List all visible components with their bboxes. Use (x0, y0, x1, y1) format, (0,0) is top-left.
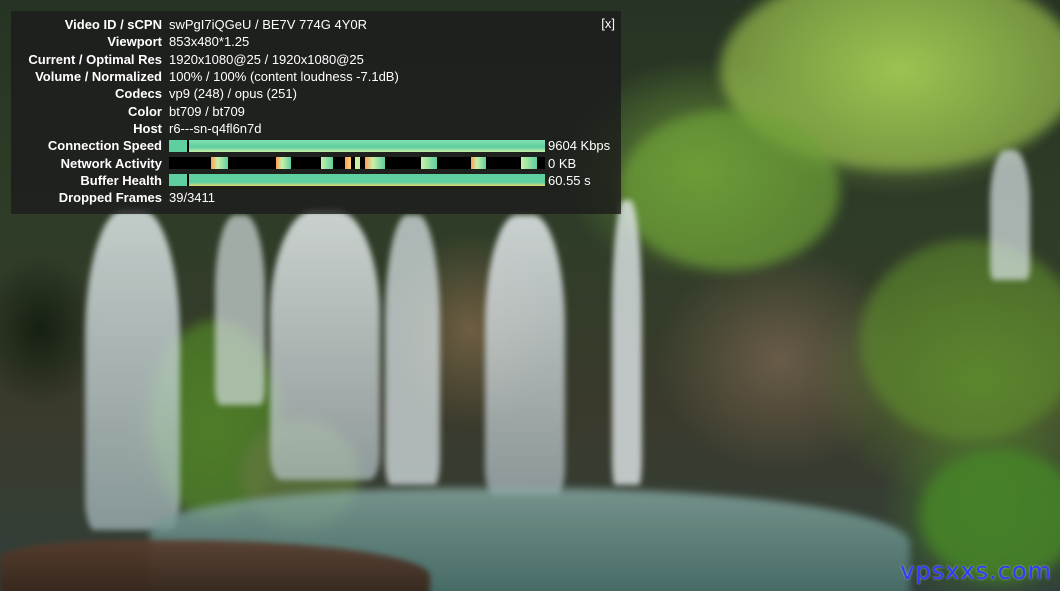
stats-value: r6---sn-q4fl6n7d (169, 120, 262, 136)
stats-label: Color (128, 103, 162, 119)
stats-row-video-id: Video ID / sCPN swPgI7iQGeU / BE7V 774G … (11, 16, 621, 33)
connection-speed-bar (189, 139, 545, 152)
close-button[interactable]: [x] (601, 16, 615, 31)
stats-label: Volume / Normalized (35, 69, 162, 85)
stats-value: 100% / 100% (content loudness -7.1dB) (169, 69, 399, 85)
network-activity-spike (471, 157, 486, 170)
buffer-health-bar (189, 174, 545, 187)
stats-value: bt709 / bt709 (169, 103, 245, 119)
stats-value: 1920x1080@25 / 1920x1080@25 (169, 51, 364, 67)
stats-label: Buffer Health (80, 172, 162, 188)
stats-row-buffer-health: Buffer Health 60.55 s (11, 172, 621, 189)
stats-value: 853x480*1.25 (169, 34, 250, 50)
stats-value: swPgI7iQGeU / BE7V 774G 4Y0R (169, 17, 367, 33)
network-activity-spike (421, 157, 437, 170)
connection-speed-graph (169, 139, 545, 152)
connection-speed-bar-start (169, 139, 187, 152)
stats-row-network-activity: Network Activity 0 KB (11, 154, 621, 171)
network-activity-spike (321, 157, 333, 170)
stats-row-volume: Volume / Normalized 100% / 100% (content… (11, 68, 621, 85)
connection-speed-value: 9604 Kbps (548, 138, 611, 154)
stats-row-host: Host r6---sn-q4fl6n7d (11, 120, 621, 137)
stats-label: Connection Speed (47, 138, 162, 154)
stats-row-codecs: Codecs vp9 (248) / opus (251) (11, 85, 621, 102)
stats-for-nerds-panel: [x] Video ID / sCPN swPgI7iQGeU / BE7V 7… (11, 11, 621, 214)
buffer-health-value: 60.55 s (548, 172, 591, 188)
stats-label: Codecs (115, 86, 162, 102)
watermark-text: vpsxxs.com (900, 557, 1052, 585)
stats-value: vp9 (248) / opus (251) (169, 86, 297, 102)
network-activity-spike (211, 157, 228, 170)
stats-row-viewport: Viewport 853x480*1.25 (11, 33, 621, 50)
stats-value: 39/3411 (169, 190, 216, 206)
stats-label: Viewport (107, 34, 162, 50)
network-activity-spike (276, 157, 291, 170)
network-activity-spike (345, 157, 351, 170)
network-activity-spike (355, 157, 360, 170)
network-activity-value: 0 KB (548, 155, 577, 171)
network-activity-spike (521, 157, 537, 170)
stats-label: Video ID / sCPN (64, 17, 162, 33)
buffer-health-graph (169, 174, 545, 187)
stats-row-connection-speed: Connection Speed 9604 Kbps (11, 137, 621, 154)
stats-row-dropped-frames: Dropped Frames 39/3411 (11, 189, 621, 206)
stats-label: Host (133, 120, 162, 136)
stats-row-color: Color bt709 / bt709 (11, 102, 621, 119)
buffer-health-bar-start (169, 174, 187, 187)
stats-label: Network Activity (60, 155, 162, 171)
stats-label: Dropped Frames (58, 190, 162, 206)
stats-row-resolution: Current / Optimal Res 1920x1080@25 / 192… (11, 51, 621, 68)
network-activity-spike (365, 157, 385, 170)
stats-label: Current / Optimal Res (28, 51, 162, 67)
network-activity-graph (169, 157, 545, 170)
